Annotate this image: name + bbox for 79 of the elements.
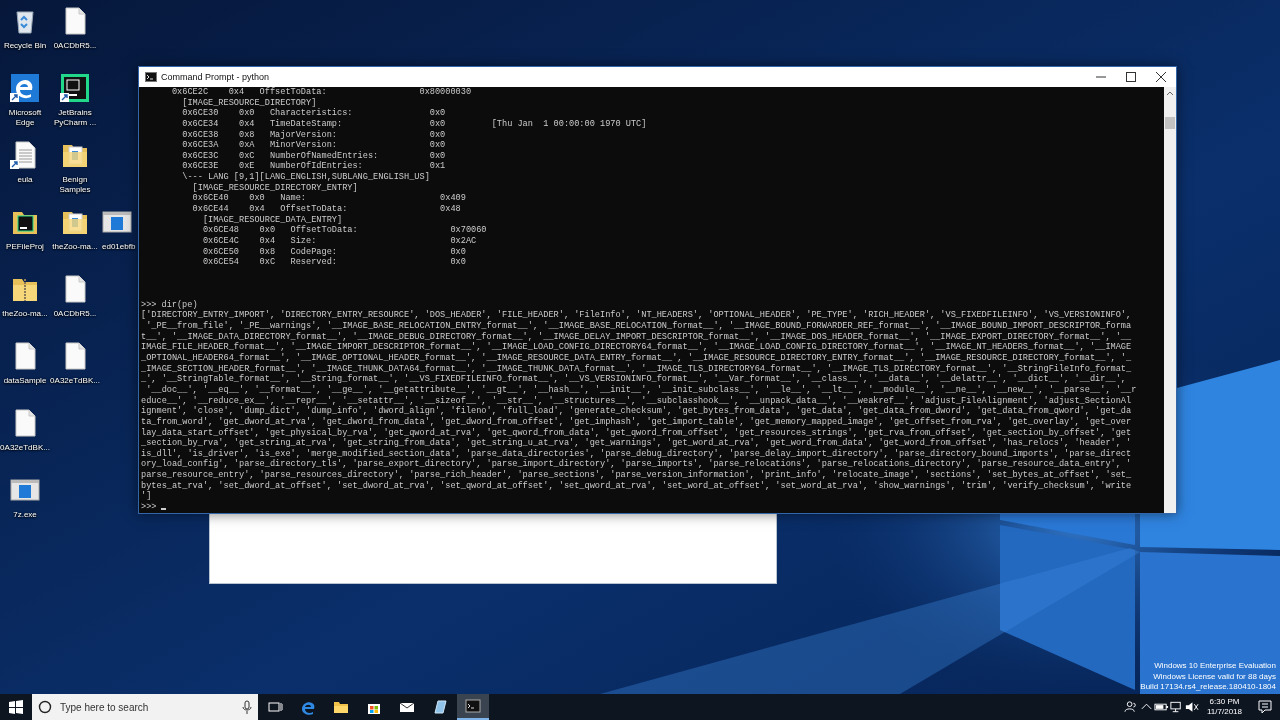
console-line: 0x6CE34 0x4 TimeDateStamp: 0x0 [Thu Jan 1 00:00:00 1970 UTC] <box>181 118 648 130</box>
icon-label[interactable]: Benign Samples <box>50 175 100 195</box>
console-line: 0x6CE38 0x8 MajorVersion: 0x0 <box>181 129 447 140</box>
console-line: _section_by_rva', 'get_string_at_rva', 'get_string_from_data', 'get_string_u_at_rva', 'get_warnings', 'get_word_at_rva', 'get_word_from_data', 'get_word_from_offset', 'has_relocs', 'header', ' <box>141 438 1133 449</box>
console-line: _IMAGE_SECTION_HEADER_format__', '__IMAGE_THUNK_DATA64_format__', '__IMAGE_THUNK_DATA_format__', '__IMAGE_TLS_DIRECTORY64_format__', '__IMAGE_TLS_DIRECTORY_format__', '__StringFileInfo_format_ <box>141 363 1133 374</box>
console-line: 0x6CE50 0x8 CodePage: 0x0 <box>201 246 467 257</box>
icon-label[interactable]: theZoo-ma... <box>52 242 98 252</box>
edge-icon <box>300 699 316 715</box>
task-view-icon <box>267 699 283 715</box>
microphone-icon[interactable] <box>242 700 252 714</box>
text-cursor <box>161 508 167 510</box>
console-line: 0x6CE3C 0xC NumberOfNamedEntries: 0x0 <box>181 150 447 161</box>
console-line: [IMAGE_RESOURCE_DIRECTORY_ENTRY] <box>191 182 359 194</box>
console-line: '_PE__from_file', '_PE__warnings', '__IMAGE_BASE_RELOCATION_ENTRY_format__', '__IMAGE_BASE_RELOCATION_format__', '__IMAGE_BOUND_FORWARDER_REF_format__', '__IMAGE_BOUND_IMPORT_DESCRIPTOR_forma <box>145 321 1133 332</box>
console-icon <box>145 72 157 82</box>
console-line: [IMAGE_RESOURCE_DATA_ENTRY] <box>201 214 344 225</box>
console-line: 0x6CE3E 0xE NumberOfIdEntries: 0x1 <box>181 161 447 172</box>
icon-label[interactable]: 0ACDbR5... <box>53 41 97 51</box>
notice-text: Windows 10 Enterprise Evaluation <box>1153 661 1276 672</box>
console-line: [IMAGE_RESOURCE_DIRECTORY] <box>181 97 318 108</box>
console-line: ta_from_word', 'get_dword_at_rva', 'get_dword_from_data', 'get_dword_from_offset', 'get_imphash', 'get_import_table', 'get_memory_mapped_image', 'get_offset_from_rva', 'get_overlay', 'get_over <box>141 416 1133 428</box>
console-prompt: >>> <box>141 299 157 310</box>
app-icon[interactable] <box>60 73 90 103</box>
icon-label[interactable]: PEFileProj <box>6 242 44 252</box>
console-line: bytes_at_rva', 'set_dword_at_offset', 'set_dword_at_rva', 'set_qword_at_offset', 'set_qword_at_rva', 'set_word_at_offset', 'set_word_at_rva', 'show_warnings', 'trim', 'verify_checksum', 'write <box>141 480 1133 491</box>
console-line: parse_resource_entry', 'parse_resources_directory', 'parse_rich_header', 'parse_sections', 'parse_version_information', 'print_info', 'relocate_image', 'sections', 'set_bytes_at_offset', 'set_ <box>141 470 1133 481</box>
taskbar-button[interactable] <box>457 694 489 720</box>
icon-label[interactable]: eula <box>17 175 33 185</box>
network-icon <box>1169 699 1184 715</box>
search-bar[interactable]: Type here to search <box>32 694 258 720</box>
search-field[interactable]: Type here to search <box>58 700 236 714</box>
notice-text: Windows License valid for 88 days <box>1152 671 1276 682</box>
console-line: 0x6CE54 0xC Reserved: 0x0 <box>201 257 467 268</box>
console-command: dir(pe) <box>161 299 198 310</box>
console-prompt: >>> <box>141 502 157 512</box>
console-line: 0x6CE3A 0xA MinorVersion: 0x0 <box>181 140 447 151</box>
icon-label[interactable]: 0A32eTdBK... <box>50 376 100 386</box>
search-icon <box>38 700 52 714</box>
icon-label[interactable]: 7z.exe <box>13 510 37 520</box>
window-title: Command Prompt - python <box>161 72 270 82</box>
icon-label[interactable]: Recycle Bin <box>3 41 47 51</box>
console-line: \--- LANG [9,1][LANG_ENGLISH,SUBLANG_ENGLISH_US] <box>181 172 431 183</box>
icon-label[interactable]: dataSample <box>3 376 47 386</box>
icon-label[interactable]: Microsoft Edge <box>0 108 50 128</box>
speech-bubble-icon <box>1257 699 1273 715</box>
console-line: ignment', 'close', 'dump_dict', 'dump_info', 'dword_align', 'fileno', 'full_load', 'generate_checksum', 'get_bytes_from_data', 'get_data', 'get_data_from_dword', 'get_data_from_qword', 'get_da <box>141 406 1133 417</box>
maximize-icon <box>1126 72 1136 82</box>
folder-icon <box>333 699 349 715</box>
console-line: _OPTIONAL_HEADER64_format__', '__IMAGE_OPTIONAL_HEADER_format__', '__IMAGE_RESOURCE_DATA_ENTRY_format__', '__IMAGE_RESOURCE_DIRECTORY_ENTRY_format__', '__IMAGE_RESOURCE_DIRECTORY_format__', '_ <box>141 353 1133 364</box>
scrollbar-thumb[interactable] <box>1165 117 1175 129</box>
scrollbar[interactable] <box>1164 87 1176 513</box>
close-icon <box>1156 72 1166 82</box>
clock-button[interactable]: 6:30 PM 11/7/2018 <box>1199 694 1250 720</box>
console-line: 0x6CE4C 0x4 Size: 0x2AC <box>201 235 478 247</box>
console-line: 0x6CE30 0x0 Characteristics: 0x0 <box>181 108 447 119</box>
icon-label[interactable]: JetBrains PyCharm ... <box>50 108 100 128</box>
console-line: 0x6CE2C 0x4 OffsetToData: 0x80000030 <box>170 87 473 98</box>
notice-text: Build 17134.rs4_release.180410-1804 <box>1140 682 1276 693</box>
console-line: '] <box>141 491 153 502</box>
console-line: t__', '__IMAGE_DATA_DIRECTORY_format__', '__IMAGE_DEBUG_DIRECTORY_format__', '__IMAGE_DELAY_IMPORT_DESCRIPTOR_format__', '__IMAGE_DOS_HEADER_format__', '__IMAGE_EXPORT_DIRECTORY_format__', '__ <box>141 331 1133 342</box>
console-line: lay_data_start_offset', 'get_physical_by_rva', 'get_qword_at_rva', 'get_qword_from_data', 'get_qword_from_offset', 'get_resources_strings', 'get_rva_from_offset', 'get_section_by_offset', 'get <box>141 427 1133 438</box>
console-line: '__doc__', '__eq__', '__format__', '__ge__', '__getattribute__', '__gt__', '__hash__', '__init__', '__init_subclass__', '__le__', '__lt__', '__module__', '__ne__', '__new__', '__parse__', '__r <box>145 384 1138 396</box>
icon-label[interactable]: ed01ebfb <box>102 242 136 252</box>
icon-label[interactable]: 0ACDbR5... <box>53 309 97 319</box>
console-line: IMAGE_FILE_HEADER_format__', '__IMAGE_IMPORT_DESCRIPTOR_format__', '__IMAGE_LOAD_CONFIG_DIRECTORY64_format__', '__IMAGE_LOAD_CONFIG_DIRECTORY_format__', '__IMAGE_NT_HEADERS_format__', '__IMAGE <box>141 342 1133 353</box>
app-icon[interactable] <box>10 73 40 103</box>
people-icon <box>1124 699 1139 715</box>
console-line: 0x6CE44 0x4 OffsetToData: 0x48 <box>191 204 462 215</box>
icon-label[interactable]: 0A32eTdBK... <box>0 443 50 453</box>
console-line: educe__', '__reduce_ex__', '__repr__', '__setattr__', '__sizeof__', '__str__', '__structures__', '__subclasshook__', '__unpack_data__', '__weakref__', 'adjust_FileAlignment', 'adjust_SectionAl <box>141 395 1133 406</box>
console-line: ['DIRECTORY_ENTRY_IMPORT', 'DIRECTORY_ENTRY_RESOURCE', 'DOS_HEADER', 'FILE_HEADER', 'FileInfo', 'NT_HEADERS', 'OPTIONAL_HEADER', 'PE_TYPE', 'RICH_HEADER', 'VS_FIXEDFILEINFO', 'VS_VERSIONINFO', <box>141 310 1133 321</box>
icon-label[interactable]: theZoo-ma... <box>2 309 48 319</box>
console-line: _', '__StringTable_format__', '__String_format__', '__VS_FIXEDFILEINFO_format__', '__VS_VERSIONINFO_format__', '__Var_format__', '__class__', '__data__', '__delattr__', '__dict__', '__dir__', <box>141 374 1127 385</box>
console-line: ory_load_config', 'parse_directory_tls', 'parse_export_directory', 'parse_import_directory', 'parse_imports', 'parse_relocations', 'parse_relocations_directory', 'parse_resource_data_entry', ' <box>141 459 1133 470</box>
console-line: 0x6CE48 0x0 OffsetToData: 0x70060 <box>201 225 488 236</box>
windows-logo-icon <box>9 700 23 714</box>
console-line: is_dll', 'is_driver', 'is_exe', 'merge_modified_section_data', 'parse_data_directories', 'parse_debug_directory', 'parse_delay_import_directory', 'parse_directory_bound_imports', 'parse_direct <box>141 448 1133 459</box>
console-line: 0x6CE40 0x0 Name: 0x409 <box>191 193 467 204</box>
console-icon <box>465 698 481 714</box>
